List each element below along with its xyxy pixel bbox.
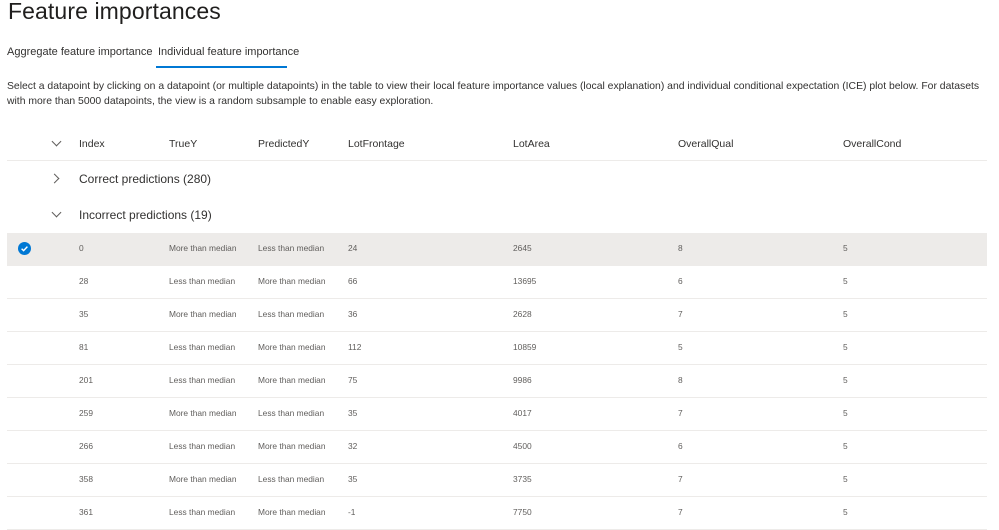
- cell-overallqual: 6: [678, 276, 683, 286]
- checkmark-circle-icon[interactable]: [18, 242, 31, 255]
- tab-individual-feature-importance[interactable]: Individual feature importance: [158, 38, 299, 58]
- group-correct-predictions[interactable]: Correct predictions (280): [7, 161, 987, 197]
- cell-lotarea: 4017: [513, 408, 532, 418]
- cell-predictedy: More than median: [258, 375, 326, 385]
- cell-index: 358: [79, 474, 93, 484]
- cell-overallcond: 5: [843, 507, 848, 517]
- cell-index: 0: [79, 243, 84, 253]
- cell-index: 266: [79, 441, 93, 451]
- chevron-right-icon[interactable]: [49, 173, 60, 184]
- cell-overallcond: 5: [843, 474, 848, 484]
- table-row[interactable]: 0 More than median Less than median 24 2…: [7, 233, 987, 266]
- cell-truey: More than median: [169, 243, 237, 253]
- cell-overallqual: 7: [678, 408, 683, 418]
- cell-predictedy: Less than median: [258, 474, 325, 484]
- cell-index: 361: [79, 507, 93, 517]
- cell-lotfrontage: 75: [348, 375, 358, 385]
- cell-overallcond: 5: [843, 309, 848, 319]
- cell-lotfrontage: 32: [348, 441, 358, 451]
- cell-overallqual: 5: [678, 342, 683, 352]
- cell-lotarea: 7750: [513, 507, 532, 517]
- chevron-down-icon[interactable]: [51, 136, 62, 147]
- cell-predictedy: Less than median: [258, 243, 325, 253]
- cell-truey: Less than median: [169, 441, 236, 451]
- table-row[interactable]: 358 More than median Less than median 35…: [7, 464, 987, 497]
- group-label: Incorrect predictions (19): [79, 208, 212, 222]
- cell-lotarea: 4500: [513, 441, 532, 451]
- cell-index: 201: [79, 375, 93, 385]
- instructions-text: Select a datapoint by clicking on a data…: [7, 81, 980, 107]
- cell-lotfrontage: 112: [348, 342, 362, 352]
- cell-lotarea: 2628: [513, 309, 532, 319]
- cell-lotfrontage: 24: [348, 243, 358, 253]
- cell-lotarea: 3735: [513, 474, 532, 484]
- cell-lotfrontage: 66: [348, 276, 358, 286]
- cell-index: 259: [79, 408, 93, 418]
- cell-lotarea: 10859: [513, 342, 537, 352]
- cell-truey: Less than median: [169, 375, 236, 385]
- cell-overallqual: 7: [678, 309, 683, 319]
- cell-predictedy: Less than median: [258, 408, 325, 418]
- cell-lotarea: 2645: [513, 243, 532, 253]
- cell-overallcond: 5: [843, 276, 848, 286]
- cell-lotfrontage: -1: [348, 507, 356, 517]
- group-label: Correct predictions (280): [79, 172, 212, 186]
- cell-overallcond: 5: [843, 342, 848, 352]
- cell-overallqual: 7: [678, 507, 683, 517]
- column-header-predictedy[interactable]: PredictedY: [258, 138, 309, 150]
- column-header-truey[interactable]: TrueY: [169, 138, 197, 150]
- tab-bar: Aggregate feature importance Individual …: [0, 38, 999, 68]
- cell-predictedy: More than median: [258, 342, 326, 352]
- table-header: Index TrueY PredictedY LotFrontage LotAr…: [7, 128, 987, 161]
- table-row[interactable]: 81 Less than median More than median 112…: [7, 332, 987, 365]
- cell-overallqual: 8: [678, 375, 683, 385]
- datapoints-table: Index TrueY PredictedY LotFrontage LotAr…: [7, 128, 987, 530]
- cell-predictedy: More than median: [258, 507, 326, 517]
- cell-truey: More than median: [169, 408, 237, 418]
- cell-truey: More than median: [169, 474, 237, 484]
- cell-truey: More than median: [169, 309, 237, 319]
- table-row[interactable]: 201 Less than median More than median 75…: [7, 365, 987, 398]
- column-header-overallqual[interactable]: OverallQual: [678, 138, 733, 150]
- cell-truey: Less than median: [169, 342, 236, 352]
- cell-truey: Less than median: [169, 276, 236, 286]
- table-row[interactable]: 35 More than median Less than median 36 …: [7, 299, 987, 332]
- column-header-overallcond[interactable]: OverallCond: [843, 138, 901, 150]
- cell-lotfrontage: 36: [348, 309, 358, 319]
- cell-predictedy: Less than median: [258, 309, 325, 319]
- table-row[interactable]: 259 More than median Less than median 35…: [7, 398, 987, 431]
- column-header-lotfrontage[interactable]: LotFrontage: [348, 138, 405, 150]
- column-header-lotarea[interactable]: LotArea: [513, 138, 550, 150]
- cell-index: 28: [79, 276, 89, 286]
- page-title: Feature importances: [8, 0, 221, 24]
- cell-overallcond: 5: [843, 408, 848, 418]
- cell-lotfrontage: 35: [348, 474, 358, 484]
- cell-overallcond: 5: [843, 441, 848, 451]
- column-header-index[interactable]: Index: [79, 138, 105, 150]
- table-row[interactable]: 361 Less than median More than median -1…: [7, 497, 987, 530]
- cell-predictedy: More than median: [258, 276, 326, 286]
- tab-aggregate-feature-importance[interactable]: Aggregate feature importance: [7, 38, 153, 58]
- group-incorrect-predictions[interactable]: Incorrect predictions (19): [7, 197, 987, 233]
- cell-lotarea: 9986: [513, 375, 532, 385]
- cell-overallqual: 7: [678, 474, 683, 484]
- cell-index: 35: [79, 309, 89, 319]
- cell-index: 81: [79, 342, 89, 352]
- cell-lotarea: 13695: [513, 276, 537, 286]
- cell-overallcond: 5: [843, 243, 848, 253]
- cell-lotfrontage: 35: [348, 408, 358, 418]
- cell-overallcond: 5: [843, 375, 848, 385]
- cell-truey: Less than median: [169, 507, 236, 517]
- cell-overallqual: 6: [678, 441, 683, 451]
- tab-selected-indicator: [156, 66, 287, 68]
- table-row[interactable]: 28 Less than median More than median 66 …: [7, 266, 987, 299]
- cell-predictedy: More than median: [258, 441, 326, 451]
- cell-overallqual: 8: [678, 243, 683, 253]
- chevron-down-icon[interactable]: [51, 207, 62, 218]
- table-row[interactable]: 266 Less than median More than median 32…: [7, 431, 987, 464]
